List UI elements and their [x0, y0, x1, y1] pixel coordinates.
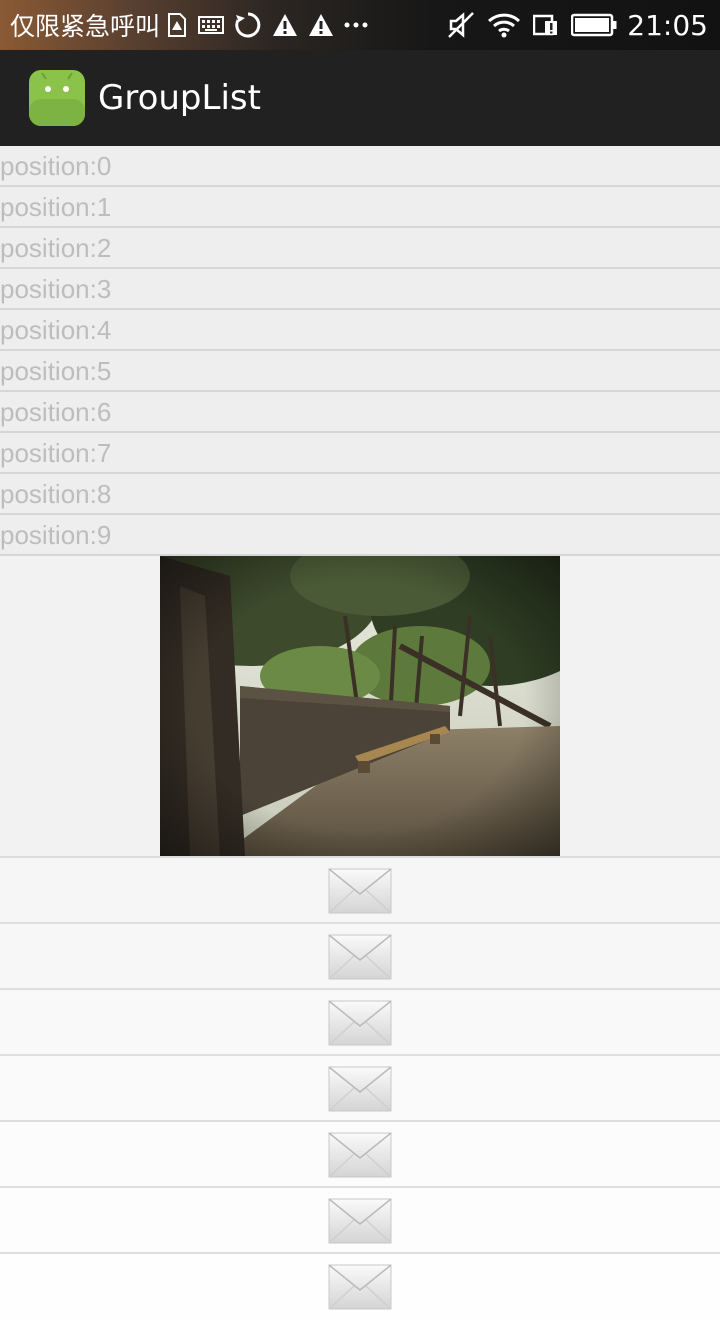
- sync-icon: [234, 0, 262, 50]
- mail-list-item[interactable]: [0, 1056, 720, 1122]
- park-photo: [160, 556, 560, 856]
- mail-list-item[interactable]: [0, 924, 720, 990]
- mail-list-item[interactable]: [0, 1188, 720, 1254]
- list-item[interactable]: position:8: [0, 474, 720, 515]
- envelope-icon: [328, 1000, 392, 1046]
- mail-list-item[interactable]: [0, 858, 720, 924]
- group-list[interactable]: position:0 position:1 position:2 positio…: [0, 146, 720, 1320]
- list-item-label: position:8: [0, 478, 112, 509]
- more-icon: [344, 0, 368, 50]
- app-title: GroupList: [98, 78, 261, 118]
- list-item[interactable]: position:9: [0, 515, 720, 556]
- app-bar: GroupList: [0, 50, 720, 146]
- sim-warning-icon: [166, 0, 188, 50]
- envelope-icon: [328, 1198, 392, 1244]
- envelope-icon: [328, 934, 392, 980]
- list-item[interactable]: position:1: [0, 187, 720, 228]
- carrier-label: 仅限紧急呼叫: [10, 12, 161, 41]
- list-item-label: position:9: [0, 519, 112, 550]
- wifi-icon: [487, 0, 521, 50]
- mail-list-item[interactable]: [0, 990, 720, 1056]
- envelope-icon: [328, 1066, 392, 1112]
- photo-list-item[interactable]: [0, 556, 720, 858]
- list-item[interactable]: position:2: [0, 228, 720, 269]
- status-bar: 仅限紧急呼叫 21:05: [0, 0, 720, 50]
- list-item[interactable]: position:7: [0, 433, 720, 474]
- list-item[interactable]: position:6: [0, 392, 720, 433]
- list-item[interactable]: position:3: [0, 269, 720, 310]
- battery-icon: [571, 0, 617, 50]
- keyboard-icon: [198, 0, 225, 50]
- mute-icon: [447, 0, 475, 50]
- list-item-label: position:7: [0, 437, 112, 468]
- sim-icon: [533, 0, 559, 50]
- clock: 21:05: [627, 8, 708, 42]
- warning-icon: [308, 0, 334, 50]
- list-item-label: position:5: [0, 355, 112, 386]
- envelope-icon: [328, 868, 392, 914]
- mail-list-item[interactable]: [0, 1122, 720, 1188]
- list-item-label: position:1: [0, 191, 112, 222]
- list-item-label: position:4: [0, 314, 112, 345]
- list-item[interactable]: position:5: [0, 351, 720, 392]
- android-icon[interactable]: [28, 69, 86, 127]
- list-item[interactable]: position:0: [0, 146, 720, 187]
- envelope-icon: [328, 1264, 392, 1310]
- mail-list-item[interactable]: [0, 1254, 720, 1320]
- warning-icon: [272, 0, 298, 50]
- list-item-label: position:6: [0, 396, 112, 427]
- list-item-label: position:0: [0, 150, 112, 181]
- list-item-label: position:2: [0, 232, 112, 263]
- list-item[interactable]: position:4: [0, 310, 720, 351]
- list-item-label: position:3: [0, 273, 112, 304]
- envelope-icon: [328, 1132, 392, 1178]
